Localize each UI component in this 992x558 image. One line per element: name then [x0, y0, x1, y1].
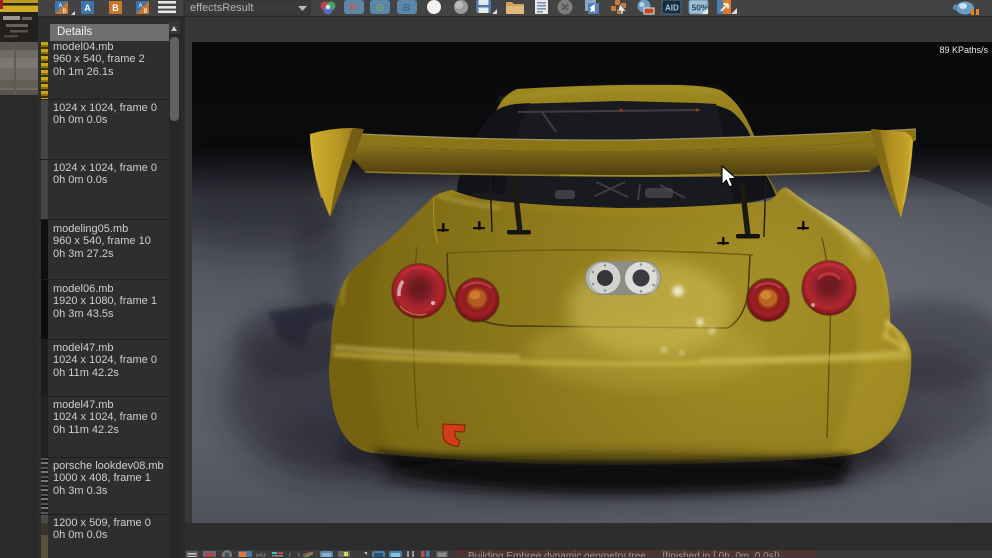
svg-text:B: B	[63, 9, 67, 15]
svg-text:A: A	[139, 4, 143, 10]
svg-text:( ): ( )	[288, 553, 301, 557]
svg-text:HSL: HSL	[256, 553, 268, 557]
svg-text:AID: AID	[665, 4, 679, 13]
svg-text:A: A	[84, 3, 91, 13]
svg-text:B: B	[403, 3, 410, 14]
svg-text:B: B	[112, 3, 119, 13]
svg-text:G: G	[376, 3, 384, 14]
svg-text:R: R	[350, 3, 358, 14]
svg-text:effectsResult: effectsResult	[190, 2, 253, 14]
svg-text:B: B	[144, 9, 148, 15]
